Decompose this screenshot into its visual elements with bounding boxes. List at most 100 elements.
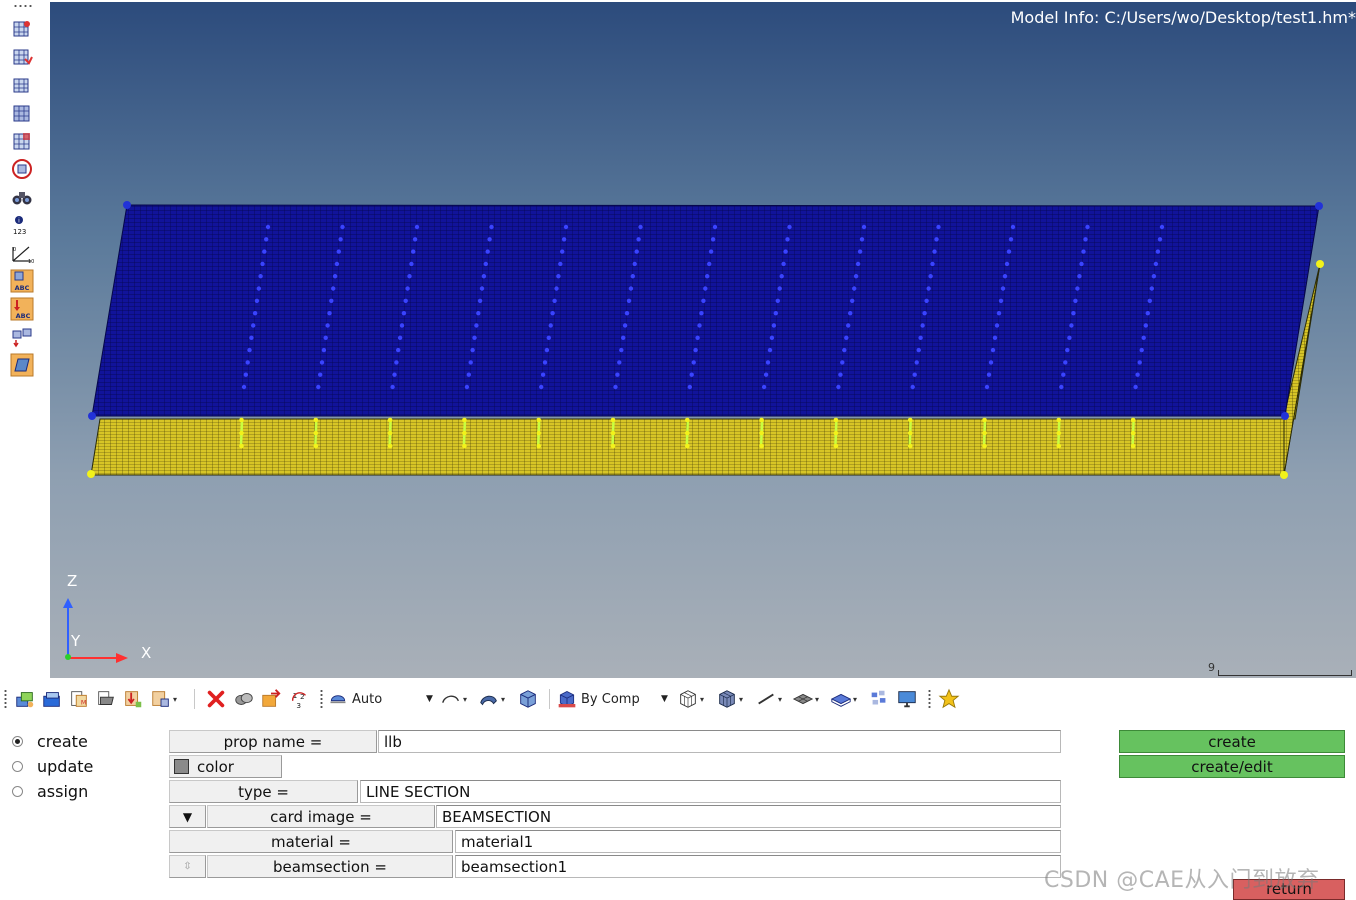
explode-icon[interactable] xyxy=(868,687,890,711)
card-image-dropdown[interactable]: ▼ xyxy=(169,805,206,828)
delete-icon[interactable] xyxy=(205,687,227,711)
material-input[interactable]: material1 xyxy=(455,830,1061,853)
dropdown-arrow-icon[interactable]: ▾ xyxy=(739,695,743,704)
radio-create[interactable]: create xyxy=(12,732,88,751)
reverse-display-icon[interactable] xyxy=(8,128,36,154)
toolbar-grip[interactable] xyxy=(928,689,931,709)
beam-element-node xyxy=(536,443,541,449)
isolate-icon[interactable] xyxy=(8,156,36,182)
dropdown-arrow-icon[interactable]: ▾ xyxy=(463,695,467,704)
load-steps-icon[interactable]: ▾ xyxy=(150,687,177,711)
radio-assign[interactable]: assign xyxy=(12,782,88,801)
triangle-down-icon[interactable]: ▼ xyxy=(183,810,192,824)
beam-element-node xyxy=(982,417,987,423)
beam-node xyxy=(542,360,548,365)
organize-icon[interactable] xyxy=(233,687,255,711)
beam-node xyxy=(1061,372,1066,377)
toolbar-grip[interactable] xyxy=(13,4,33,8)
prop-name-label[interactable]: prop name = xyxy=(169,730,377,753)
chevron-down-icon[interactable]: ▼ xyxy=(426,694,433,704)
surface-style-icon[interactable]: ▾ xyxy=(478,687,505,711)
radio-update[interactable]: update xyxy=(12,757,93,776)
watermark-text: CSDN @CAE从入门到放弃 xyxy=(1044,868,1320,893)
display-monitor-icon[interactable] xyxy=(896,687,918,711)
model-graphics[interactable] xyxy=(50,2,1356,678)
beamsection-input[interactable]: beamsection1 xyxy=(455,855,1061,878)
material-label[interactable]: material = xyxy=(169,830,453,853)
radio-assign-indicator[interactable] xyxy=(12,786,23,797)
binoculars-icon[interactable] xyxy=(8,184,36,210)
shell-style-icon[interactable]: ▾ xyxy=(830,687,857,711)
radio-create-indicator[interactable] xyxy=(12,736,23,747)
assemblies-icon[interactable] xyxy=(41,687,63,711)
find-icon[interactable] xyxy=(8,72,36,98)
geometry-style-icon[interactable]: ▾ xyxy=(440,687,467,711)
dropdown-arrow-icon[interactable]: ▾ xyxy=(853,695,857,704)
type-label[interactable]: type = xyxy=(169,780,358,803)
numbers-icon[interactable]: i 123 xyxy=(8,212,36,238)
beamsection-toggle[interactable]: ⇳ xyxy=(169,855,206,878)
prop-name-input[interactable]: llb xyxy=(378,730,1061,753)
dropdown-arrow-icon[interactable]: ▾ xyxy=(700,695,704,704)
label-abc-icon[interactable]: ABC xyxy=(8,268,36,294)
solid-view-icon[interactable] xyxy=(517,687,539,711)
move-to-component-icon[interactable] xyxy=(260,687,282,711)
beam-node xyxy=(918,335,923,340)
chevron-down-icon[interactable]: ▼ xyxy=(661,694,668,704)
unmask-icon[interactable] xyxy=(8,44,36,70)
color-mode-combo[interactable]: By Comp ▼ xyxy=(557,687,671,711)
color-label: color xyxy=(197,757,234,776)
beam-element-node xyxy=(833,443,839,449)
type-input[interactable]: LINE SECTION xyxy=(360,780,1061,803)
beam-node xyxy=(331,286,336,291)
mask-icon[interactable] xyxy=(8,16,36,42)
color-swatch[interactable] xyxy=(174,759,189,774)
renumber-icon[interactable]: 123 xyxy=(289,687,311,711)
element-style-icon[interactable]: ▾ xyxy=(792,687,819,711)
color-button[interactable]: color xyxy=(169,755,282,778)
dropdown-arrow-icon[interactable]: ▾ xyxy=(501,695,505,704)
beam-node xyxy=(262,249,267,254)
transform-icon[interactable] xyxy=(8,324,36,350)
beamsection-label[interactable]: beamsection = xyxy=(207,855,453,878)
toolbar-grip[interactable] xyxy=(4,689,7,709)
beam-node xyxy=(264,237,269,242)
surface-view-icon[interactable] xyxy=(8,352,36,378)
line-style-icon[interactable]: ▾ xyxy=(755,687,782,711)
mesh-wireframe-icon[interactable]: ▾ xyxy=(677,687,704,711)
beam-node xyxy=(414,224,420,230)
beam-node xyxy=(1063,360,1068,365)
dropdown-arrow-icon[interactable]: ▾ xyxy=(173,695,177,704)
toolbar-grip[interactable] xyxy=(320,689,323,709)
card-image-label[interactable]: card image = xyxy=(207,805,435,828)
beam-node xyxy=(1000,286,1006,291)
scale-icon[interactable]: 0 10 xyxy=(8,240,36,266)
beam-node xyxy=(560,249,565,254)
card-image-input[interactable]: BEAMSECTION xyxy=(436,805,1061,828)
node-corner xyxy=(1315,202,1323,210)
materials-icon[interactable]: M xyxy=(68,687,90,711)
beam-node xyxy=(392,372,397,377)
mesh-shaded-icon[interactable]: ▾ xyxy=(716,687,743,711)
beam-node xyxy=(914,360,919,365)
show-elements-icon[interactable] xyxy=(8,100,36,126)
beam-node xyxy=(703,286,708,291)
favorites-star-icon[interactable] xyxy=(938,687,960,711)
beam-node xyxy=(1004,261,1010,267)
components-icon[interactable] xyxy=(14,687,36,711)
graphics-viewport[interactable]: Model Info: C:/Users/wo/Desktop/test1.hm… xyxy=(50,2,1356,678)
dropdown-arrow-icon[interactable]: ▾ xyxy=(778,695,782,704)
dropdown-arrow-icon[interactable]: ▾ xyxy=(815,695,819,704)
create-edit-button[interactable]: create/edit xyxy=(1119,755,1345,778)
radio-update-label: update xyxy=(37,757,94,776)
beam-element-node xyxy=(685,430,690,436)
toolbar-separator xyxy=(549,689,550,709)
load-collectors-icon[interactable] xyxy=(122,687,144,711)
beam-node xyxy=(912,372,917,377)
properties-icon[interactable] xyxy=(95,687,117,711)
label-abc-arrow-icon[interactable]: ABC xyxy=(8,296,36,322)
radio-update-indicator[interactable] xyxy=(12,761,23,772)
visualization-combo[interactable]: Auto ▼ xyxy=(328,687,438,711)
up-down-arrows-icon[interactable]: ⇳ xyxy=(183,861,191,872)
create-button[interactable]: create xyxy=(1119,730,1345,753)
